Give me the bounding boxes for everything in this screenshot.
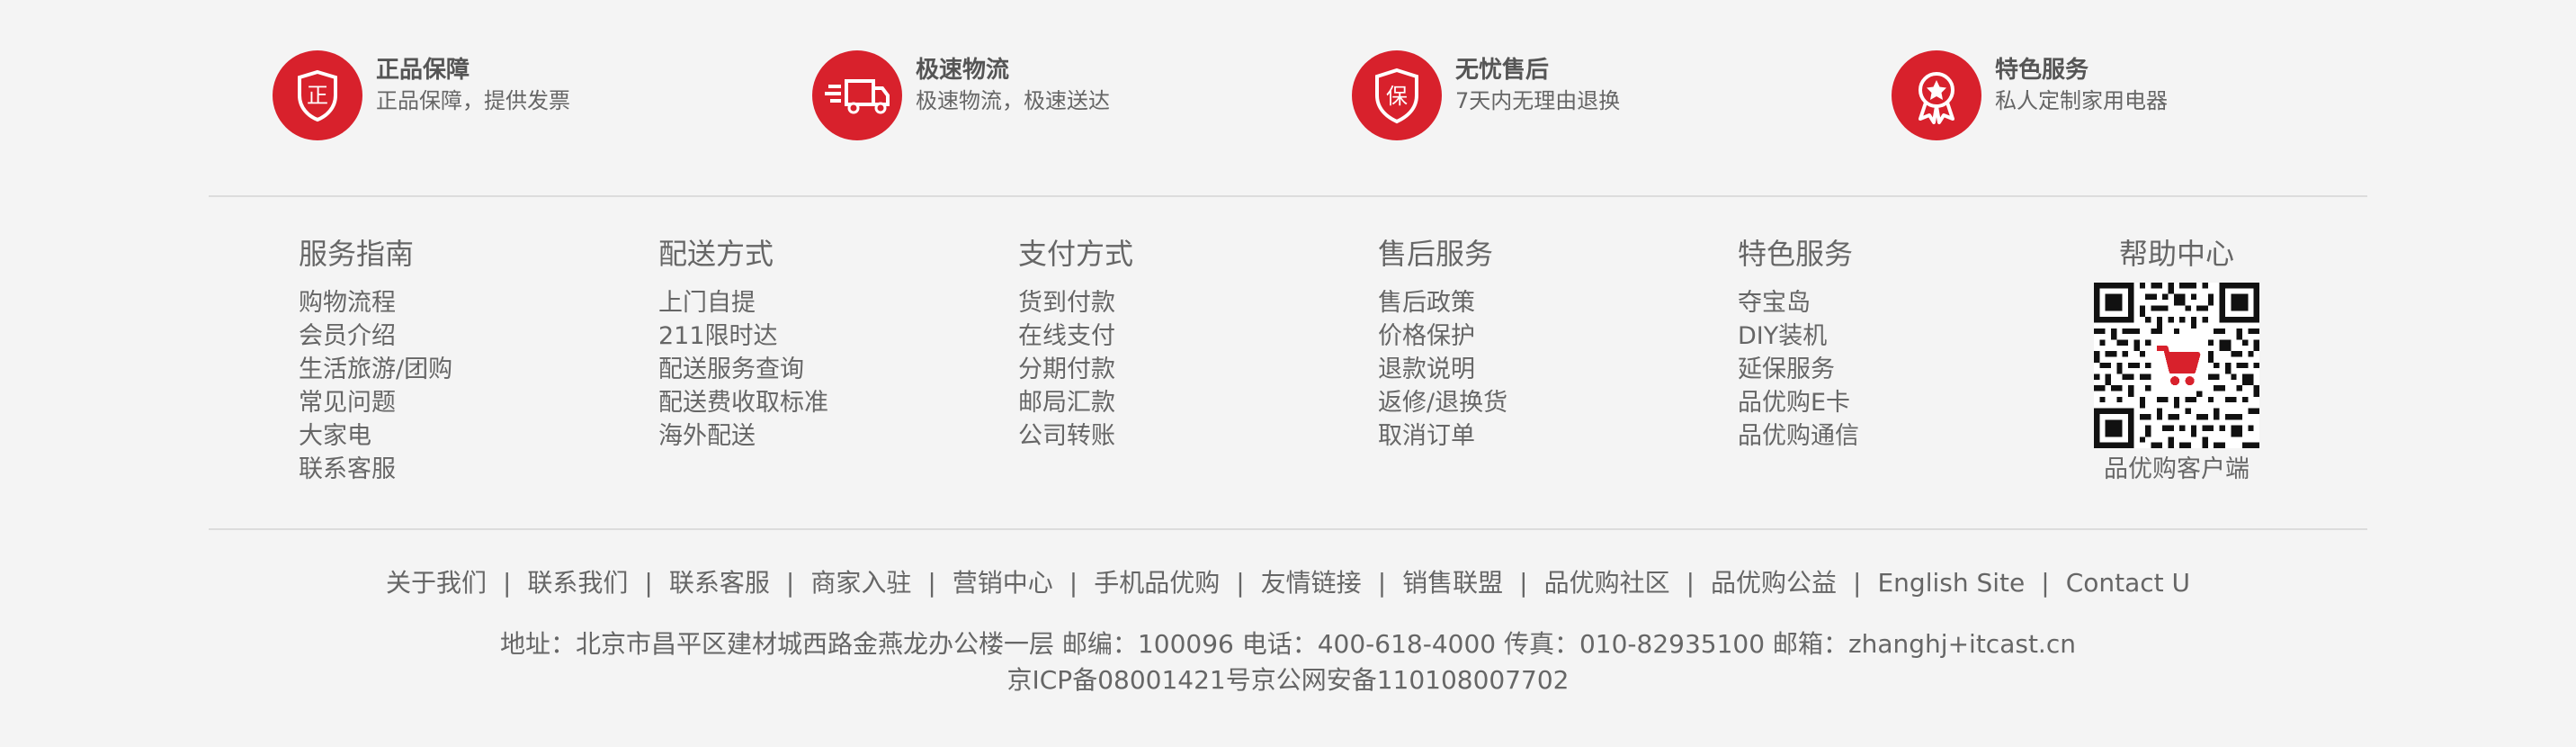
promise-description: 正品保障，提供发票: [376, 88, 570, 113]
promise-title: 正品保障: [376, 57, 470, 84]
help-link[interactable]: 会员介绍: [299, 320, 640, 353]
help-link[interactable]: 海外配送: [658, 419, 1000, 453]
footer-link-customer-service[interactable]: 联系客服: [669, 568, 770, 598]
promise-description: 极速物流，极速送达: [916, 88, 1110, 113]
link-separator: |: [1519, 568, 1528, 598]
help-link[interactable]: 配送费收取标准: [658, 386, 1000, 419]
link-separator: |: [785, 568, 795, 598]
help-link[interactable]: 公司转账: [1018, 419, 1360, 453]
help-link[interactable]: 返修/退换货: [1378, 386, 1720, 419]
link-separator: |: [927, 568, 936, 598]
authentic-shield-icon: 正: [273, 50, 362, 140]
help-column-special-service: 特色服务 夺宝岛 DIY装机 延保服务 品优购E卡 品优购通信: [1738, 236, 2080, 453]
footer-link-charity[interactable]: 品优购公益: [1711, 568, 1837, 598]
help-link[interactable]: 夺宝岛: [1738, 286, 2080, 320]
help-link[interactable]: 价格保护: [1378, 320, 1720, 353]
footer-link-friend-links[interactable]: 友情链接: [1261, 568, 1362, 598]
help-link-list: 上门自提 211限时达 配送服务查询 配送费收取标准 海外配送: [658, 286, 1000, 453]
help-column-after-sales: 售后服务 售后政策 价格保护 退款说明 返修/退换货 取消订单: [1378, 236, 1720, 453]
address-line: 地址：北京市昌平区建材城西路金燕龙办公楼一层 邮编：100096 电话：400-…: [500, 629, 2076, 659]
qr-caption: 品优购客户端: [2104, 455, 2250, 483]
footer-link-about[interactable]: 关于我们: [386, 568, 487, 598]
guarantee-shield-icon: 保: [1352, 50, 1442, 140]
help-center: 帮助中心 品优购客户端: [2087, 236, 2267, 486]
help-link[interactable]: 联系客服: [299, 453, 640, 486]
help-link[interactable]: 上门自提: [658, 286, 1000, 320]
footer-link-merchant[interactable]: 商家入驻: [810, 568, 911, 598]
promise-description: 7天内无理由退换: [1455, 88, 1621, 113]
svg-text:正: 正: [307, 83, 328, 108]
link-separator: |: [1686, 568, 1695, 598]
footer-link-community[interactable]: 品优购社区: [1544, 568, 1670, 598]
copyright-block: 地址：北京市昌平区建材城西路金燕龙办公楼一层 邮编：100096 电话：400-…: [0, 626, 2576, 698]
footer-link-contact[interactable]: 联系我们: [527, 568, 628, 598]
footer-link-mobile[interactable]: 手机品优购: [1094, 568, 1220, 598]
help-column-delivery: 配送方式 上门自提 211限时达 配送服务查询 配送费收取标准 海外配送: [658, 236, 1000, 453]
help-column-title: 特色服务: [1738, 237, 1854, 271]
help-link-list: 货到付款 在线支付 分期付款 邮局汇款 公司转账: [1018, 286, 1360, 453]
link-separator: |: [2041, 568, 2050, 598]
help-column-title: 配送方式: [658, 237, 774, 271]
promise-fast-delivery[interactable]: 极速物流 极速物流，极速送达: [812, 50, 1316, 144]
help-link[interactable]: 品优购E卡: [1738, 386, 2080, 419]
svg-text:保: 保: [1386, 84, 1408, 109]
help-column-payment: 支付方式 货到付款 在线支付 分期付款 邮局汇款 公司转账: [1018, 236, 1360, 453]
icp-line: 京ICP备08001421号京公网安备110108007702: [1006, 665, 1570, 695]
help-link[interactable]: 211限时达: [658, 320, 1000, 353]
help-link-list: 售后政策 价格保护 退款说明 返修/退换货 取消订单: [1378, 286, 1720, 453]
promise-after-sales[interactable]: 保 无忧售后 7天内无理由退换: [1352, 50, 1856, 144]
help-link[interactable]: 取消订单: [1378, 419, 1720, 453]
help-link[interactable]: 售后政策: [1378, 286, 1720, 320]
footer-link-english-site[interactable]: English Site: [1877, 568, 2025, 598]
award-medal-icon: [1892, 50, 1981, 140]
help-link[interactable]: 延保服务: [1738, 353, 2080, 386]
footer-link-sales-alliance[interactable]: 销售联盟: [1402, 568, 1503, 598]
link-separator: |: [502, 568, 512, 598]
link-separator: |: [644, 568, 653, 598]
promise-title: 无忧售后: [1455, 57, 1550, 84]
promise-authentic[interactable]: 正 正品保障 正品保障，提供发票: [273, 50, 776, 144]
help-column-title: 售后服务: [1378, 237, 1494, 271]
link-separator: |: [1853, 568, 1862, 598]
promise-description: 私人定制家用电器: [1995, 88, 2168, 113]
divider: [209, 195, 2367, 197]
help-link[interactable]: 生活旅游/团购: [299, 353, 640, 386]
help-center-title: 帮助中心: [2118, 237, 2234, 271]
delivery-truck-icon: [812, 50, 902, 140]
qr-code-icon[interactable]: [2094, 283, 2259, 448]
service-guarantee-bar: 正 正品保障 正品保障，提供发票 极速物流 极速物流，极速送达 保 无忧售后 7…: [0, 0, 2576, 196]
help-link[interactable]: 分期付款: [1018, 353, 1360, 386]
help-link[interactable]: 邮局汇款: [1018, 386, 1360, 419]
link-separator: |: [1236, 568, 1245, 598]
help-link[interactable]: 在线支付: [1018, 320, 1360, 353]
help-link[interactable]: 购物流程: [299, 286, 640, 320]
link-separator: |: [1377, 568, 1387, 598]
help-link[interactable]: 大家电: [299, 419, 640, 453]
help-column-service-guide: 服务指南 购物流程 会员介绍 生活旅游/团购 常见问题 大家电 联系客服: [299, 236, 640, 486]
help-link[interactable]: 退款说明: [1378, 353, 1720, 386]
help-link-list: 购物流程 会员介绍 生活旅游/团购 常见问题 大家电 联系客服: [299, 286, 640, 486]
footer-link-bar: 关于我们 | 联系我们 | 联系客服 | 商家入驻 | 营销中心 | 手机品优购 | 友情链接 | 销售联盟…: [0, 565, 2576, 601]
help-link[interactable]: 常见问题: [299, 386, 640, 419]
help-column-title: 支付方式: [1018, 237, 1134, 271]
help-link[interactable]: 配送服务查询: [658, 353, 1000, 386]
help-column-title: 服务指南: [299, 237, 415, 271]
help-link[interactable]: 品优购通信: [1738, 419, 2080, 453]
site-footer: 正 正品保障 正品保障，提供发票 极速物流 极速物流，极速送达 保 无忧售后 7…: [0, 0, 2576, 747]
divider: [209, 528, 2367, 530]
help-link[interactable]: 货到付款: [1018, 286, 1360, 320]
promise-title: 特色服务: [1995, 57, 2089, 84]
link-separator: |: [1069, 568, 1078, 598]
promise-special-service[interactable]: 特色服务 私人定制家用电器: [1892, 50, 2395, 144]
footer-link-marketing[interactable]: 营销中心: [953, 568, 1053, 598]
help-link-list: 夺宝岛 DIY装机 延保服务 品优购E卡 品优购通信: [1738, 286, 2080, 453]
help-link[interactable]: DIY装机: [1738, 320, 2080, 353]
footer-link-contact-us[interactable]: Contact U: [2066, 568, 2190, 598]
promise-title: 极速物流: [916, 57, 1010, 84]
